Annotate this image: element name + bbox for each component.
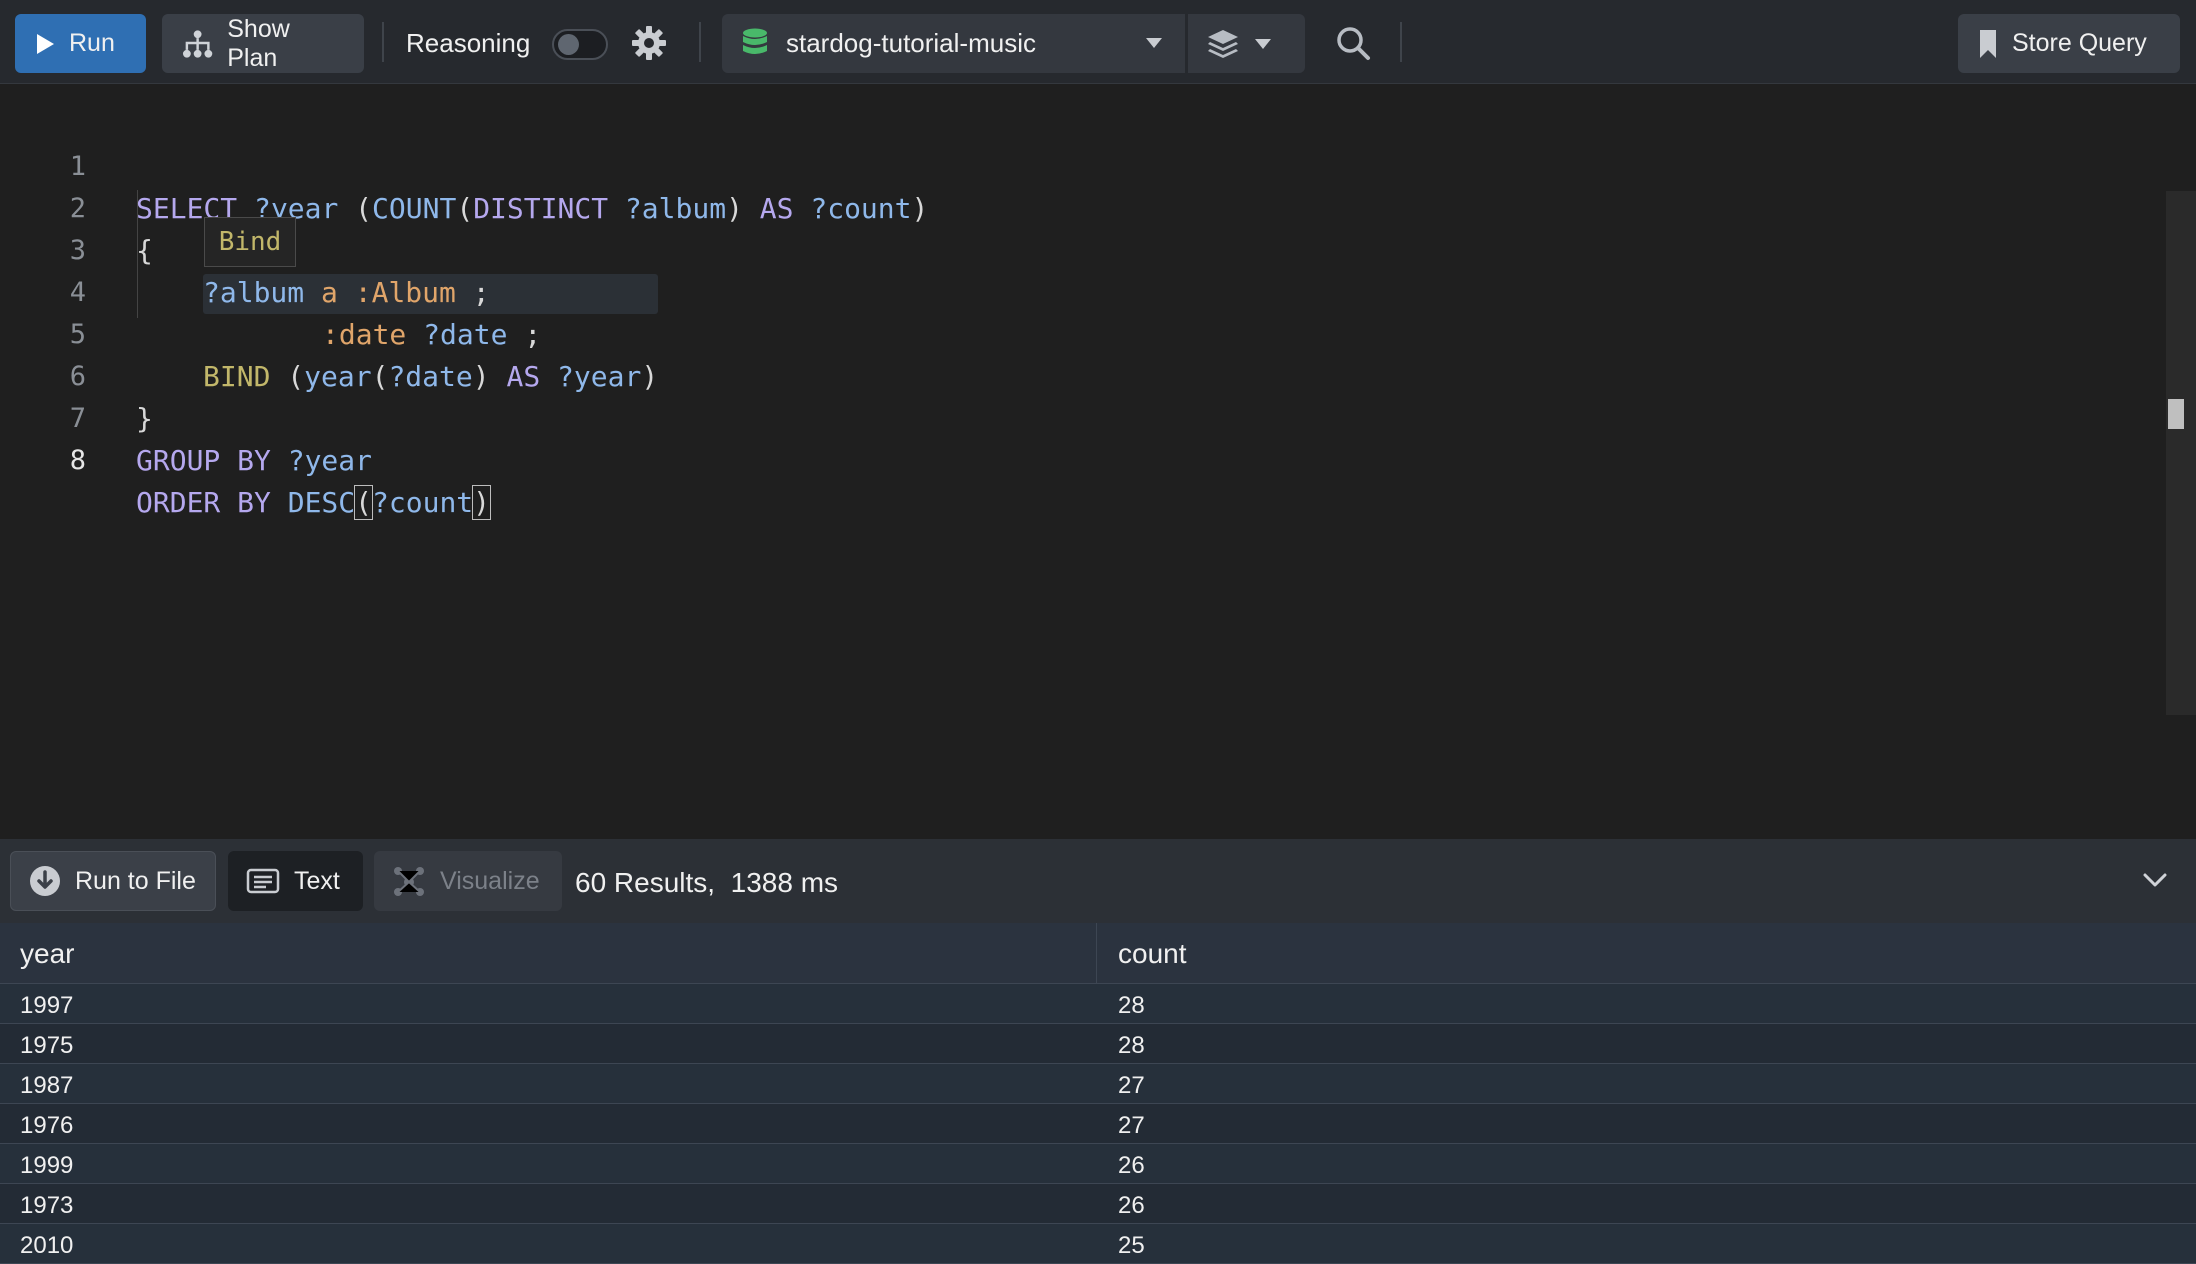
visualize-icon: [394, 867, 424, 896]
scrollbar-thumb[interactable]: [2168, 399, 2184, 429]
database-icon: [743, 28, 767, 54]
reasoning-label: Reasoning: [406, 28, 531, 58]
text-view-button[interactable]: Text: [228, 851, 363, 911]
results-table: year count 1997 28 1975 28 1987 27 1976 …: [0, 923, 2196, 1264]
text-format-icon: [246, 868, 280, 894]
results-summary: 60 Results, 1388 ms: [575, 867, 838, 899]
database-name: stardog-tutorial-music: [786, 28, 1036, 58]
download-icon: [30, 866, 60, 896]
namespaces-select[interactable]: [1188, 14, 1305, 73]
database-select[interactable]: stardog-tutorial-music: [722, 14, 1185, 73]
table-row[interactable]: 1999 26: [0, 1144, 2196, 1184]
toolbar-divider: [699, 22, 701, 62]
variable-token: ?count: [372, 486, 474, 519]
table-header: year count: [0, 923, 2196, 984]
run-to-file-button[interactable]: Run to File: [10, 851, 216, 911]
chevron-down-icon: [1255, 38, 1271, 49]
search-icon[interactable]: [1334, 24, 1372, 62]
cell-count: 27: [1118, 1112, 1145, 1139]
results-count: 60 Results,: [575, 867, 716, 898]
table-row[interactable]: 1976 27: [0, 1104, 2196, 1144]
table-row[interactable]: 1987 27: [0, 1064, 2196, 1104]
variable-token: ?year: [287, 444, 373, 477]
query-editor[interactable]: 1 SELECT ?year (COUNT(DISTINCT ?album) A…: [0, 85, 2196, 839]
editor-scrollbar[interactable]: [2166, 191, 2196, 715]
show-plan-label: Show Plan: [227, 14, 290, 72]
code-line: 7 GROUP BY ?year: [0, 356, 2160, 477]
table-row[interactable]: 2010 25: [0, 1224, 2196, 1264]
keyword-token: ORDER BY: [136, 486, 271, 519]
cell-count: 26: [1118, 1152, 1145, 1179]
results-toolbar: Run to File Text Visualize 60 Results, 1…: [0, 839, 2196, 923]
cell-year: 1973: [20, 1192, 74, 1219]
visualize-label: Visualize: [440, 866, 540, 895]
cell-year: 2010: [20, 1232, 74, 1259]
code-line: 6 }: [0, 314, 2160, 435]
column-header-year[interactable]: year: [20, 938, 74, 970]
cell-count: 25: [1118, 1232, 1145, 1259]
play-icon: [37, 33, 54, 54]
code-line: 4 :date ?date ;: [0, 230, 2160, 351]
cell-count: 28: [1118, 1032, 1145, 1059]
table-row[interactable]: 1975 28: [0, 1024, 2196, 1064]
code-line: 5 BIND (year(?date) AS ?year): [0, 272, 2160, 393]
code-text: GROUP BY ?year: [136, 440, 372, 482]
cell-count: 26: [1118, 1192, 1145, 1219]
layers-icon: [1208, 29, 1238, 58]
gear-icon[interactable]: [630, 24, 668, 62]
line-number: 8: [69, 445, 86, 476]
tree-icon: [182, 29, 213, 58]
code-line: 3 ?album a :Album ;: [0, 188, 2160, 309]
cell-year: 1975: [20, 1032, 74, 1059]
column-header-count[interactable]: count: [1118, 938, 1187, 970]
show-plan-button[interactable]: Show Plan: [162, 14, 364, 73]
chevron-down-icon: [1146, 38, 1162, 48]
cell-year: 1987: [20, 1072, 74, 1099]
store-query-label: Store Query: [2012, 29, 2147, 57]
code-text: ORDER BY DESC(?count): [136, 482, 492, 524]
cell-year: 1997: [20, 992, 74, 1019]
run-button[interactable]: Run: [15, 14, 146, 73]
function-token: DESC: [287, 486, 356, 519]
toolbar: Run Show Plan Reasoning stardog-tutorial…: [0, 0, 2196, 84]
autocomplete-tooltip: Bind: [204, 217, 296, 267]
toggle-knob: [558, 34, 579, 55]
visualize-button[interactable]: Visualize: [374, 851, 562, 911]
keyword-token: GROUP BY: [136, 444, 271, 477]
chevron-down-icon[interactable]: [2140, 865, 2170, 895]
table-row[interactable]: 1973 26: [0, 1184, 2196, 1224]
code-line: 1 SELECT ?year (COUNT(DISTINCT ?album) A…: [0, 104, 2160, 225]
reasoning-toggle[interactable]: [552, 29, 608, 60]
bracket-match: ): [472, 485, 492, 520]
toolbar-divider: [382, 22, 384, 62]
text-view-label: Text: [294, 866, 340, 895]
cell-count: 27: [1118, 1072, 1145, 1099]
cell-year: 1999: [20, 1152, 74, 1179]
toolbar-divider: [1400, 22, 1402, 62]
code-line: 2 {: [0, 146, 2160, 267]
bookmark-icon: [1980, 29, 1996, 58]
store-query-button[interactable]: Store Query: [1958, 14, 2180, 73]
table-row[interactable]: 1997 28: [0, 984, 2196, 1024]
run-button-label: Run: [69, 29, 115, 57]
cell-year: 1976: [20, 1112, 74, 1139]
bracket-match: (: [354, 485, 374, 520]
cell-count: 28: [1118, 992, 1145, 1019]
run-to-file-label: Run to File: [75, 866, 196, 895]
results-time: 1388 ms: [730, 867, 839, 898]
code-line: 8 ORDER BY DESC(?count): [0, 398, 2160, 520]
